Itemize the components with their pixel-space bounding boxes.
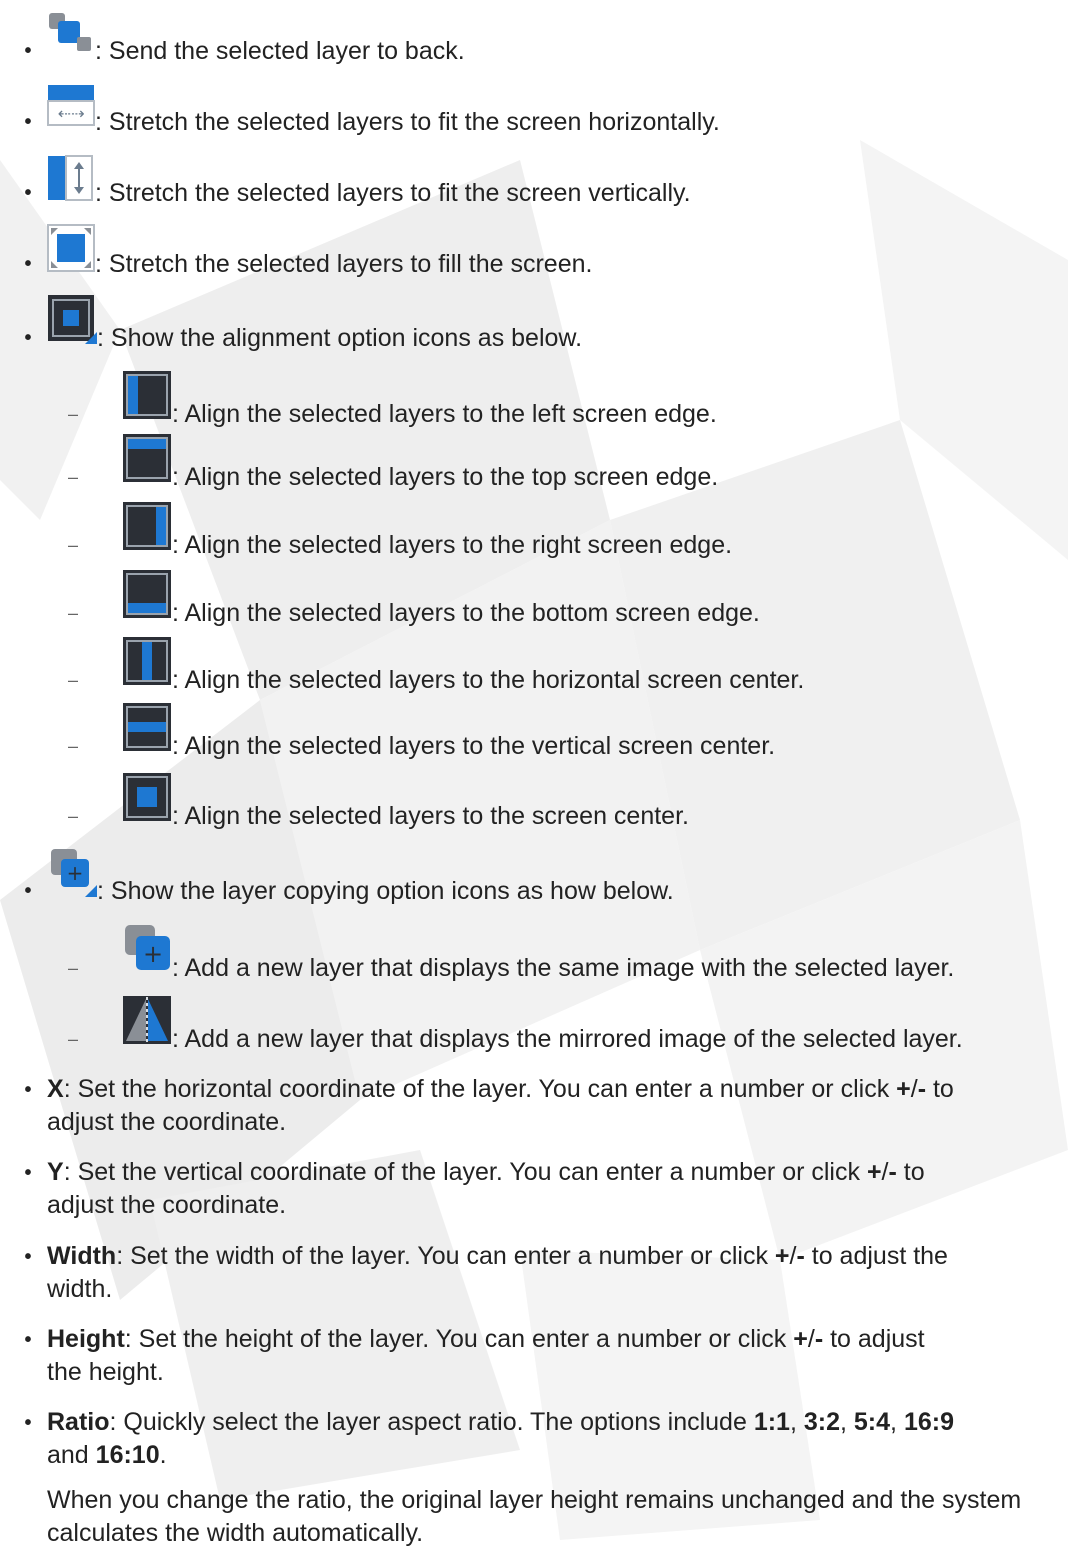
align-top-icon bbox=[122, 433, 172, 483]
param-width: Width: Set the width of the layer. You c… bbox=[47, 1242, 948, 1303]
alignment-options-icon bbox=[47, 294, 97, 344]
param-term: X bbox=[47, 1075, 64, 1103]
list-item: • : Send the selected layer to back. bbox=[0, 13, 1068, 69]
dash: – bbox=[68, 466, 79, 487]
param-term: Width bbox=[47, 1242, 117, 1270]
item-text: : Stretch the selected layers to fit the… bbox=[95, 178, 691, 207]
align-vertical-center-icon bbox=[122, 702, 172, 752]
param-term: Y bbox=[47, 1158, 64, 1186]
svg-text:⇠⇢: ⇠⇢ bbox=[58, 104, 85, 123]
item-text: : Send the selected layer to back. bbox=[95, 36, 465, 65]
stretch-vertical-icon bbox=[47, 155, 95, 201]
item-text: : Add a new layer that displays the mirr… bbox=[172, 1024, 963, 1053]
param-term: Ratio bbox=[47, 1408, 110, 1436]
bullet: • bbox=[24, 39, 32, 62]
dash: – bbox=[68, 1028, 79, 1049]
item-text: : Show the alignment option icons as bel… bbox=[97, 323, 583, 352]
item-text: : Align the selected layers to the scree… bbox=[172, 801, 689, 830]
bullet: • bbox=[24, 110, 32, 133]
list-item: • : Show the alignment option icons as b… bbox=[0, 295, 1068, 356]
dash: – bbox=[68, 805, 79, 826]
bullet: • bbox=[24, 1162, 32, 1184]
sub-list-item: – : Align the selected layers to the hor… bbox=[0, 637, 1068, 698]
align-right-icon bbox=[122, 501, 172, 551]
align-bottom-icon bbox=[122, 569, 172, 619]
dash: – bbox=[68, 534, 79, 555]
param-height: Height: Set the height of the layer. You… bbox=[47, 1325, 925, 1386]
item-text: : Align the selected layers to the top s… bbox=[172, 462, 719, 491]
mirror-layer-icon bbox=[122, 995, 172, 1045]
bullet: • bbox=[24, 326, 32, 349]
dash: – bbox=[68, 403, 79, 424]
align-left-icon bbox=[122, 370, 172, 420]
layer-copy-options-icon: + bbox=[47, 847, 97, 897]
dash: – bbox=[68, 602, 79, 623]
bullet: • bbox=[24, 181, 32, 204]
item-text: : Add a new layer that displays the same… bbox=[172, 953, 955, 982]
sub-list-item: – : Align the selected layers to the lef… bbox=[0, 371, 1068, 432]
sub-list-item: – : Align the selected layers to the bot… bbox=[0, 570, 1068, 631]
align-center-icon bbox=[122, 772, 172, 822]
bullet: • bbox=[24, 1079, 32, 1101]
item-text: : Align the selected layers to the horiz… bbox=[172, 665, 805, 694]
item-text: : Align the selected layers to the left … bbox=[172, 399, 717, 428]
sub-list-item: – : Align the selected layers to the scr… bbox=[0, 773, 1068, 834]
list-item: • : Stretch the selected layers to fit t… bbox=[0, 155, 1068, 211]
param-term: Height bbox=[47, 1325, 125, 1353]
item-text: : Stretch the selected layers to fit the… bbox=[95, 107, 720, 136]
copy-layer-icon: + bbox=[122, 924, 172, 974]
param-x: X: Set the horizontal coordinate of the … bbox=[47, 1075, 954, 1136]
param-ratio: Ratio: Quickly select the layer aspect r… bbox=[47, 1408, 954, 1469]
bullet: • bbox=[24, 1329, 32, 1351]
param-y: Y: Set the vertical coordinate of the la… bbox=[47, 1158, 925, 1219]
sub-list-item: – : Add a new layer that displays the mi… bbox=[0, 996, 1068, 1057]
item-text: : Align the selected layers to the right… bbox=[172, 530, 733, 559]
bullet: • bbox=[24, 252, 32, 275]
sub-list-item: – + : Add a new layer that displays the … bbox=[0, 925, 1068, 986]
list-item: • + : Show the layer copying option icon… bbox=[0, 849, 1068, 909]
sub-list-item: – : Align the selected layers to the rig… bbox=[0, 502, 1068, 563]
item-text: : Show the layer copying option icons as… bbox=[97, 876, 674, 905]
list-item: • ⇠⇢ : Stretch the selected layers to fi… bbox=[0, 85, 1068, 140]
stretch-fill-icon bbox=[47, 224, 95, 272]
bullet: • bbox=[24, 1412, 32, 1434]
sub-list-item: – : Align the selected layers to the top… bbox=[0, 434, 1068, 495]
item-text: : Stretch the selected layers to fill th… bbox=[95, 249, 593, 278]
stretch-horizontal-icon: ⇠⇢ bbox=[47, 84, 95, 128]
sub-list-item: – : Align the selected layers to the ver… bbox=[0, 703, 1068, 764]
item-text: : Align the selected layers to the verti… bbox=[172, 731, 776, 760]
align-horizontal-center-icon bbox=[122, 636, 172, 686]
bullet: • bbox=[24, 879, 32, 902]
send-to-back-icon bbox=[47, 11, 95, 57]
list-item: • : Stretch the selected layers to fill … bbox=[0, 224, 1068, 282]
ratio-note: When you change the ratio, the original … bbox=[47, 1486, 1022, 1547]
dash: – bbox=[68, 735, 79, 756]
svg-text:+: + bbox=[143, 940, 163, 968]
svg-text:+: + bbox=[67, 861, 84, 885]
dash: – bbox=[68, 669, 79, 690]
item-text: : Align the selected layers to the botto… bbox=[172, 598, 760, 627]
bullet: • bbox=[24, 1246, 32, 1268]
dash: – bbox=[68, 957, 79, 978]
